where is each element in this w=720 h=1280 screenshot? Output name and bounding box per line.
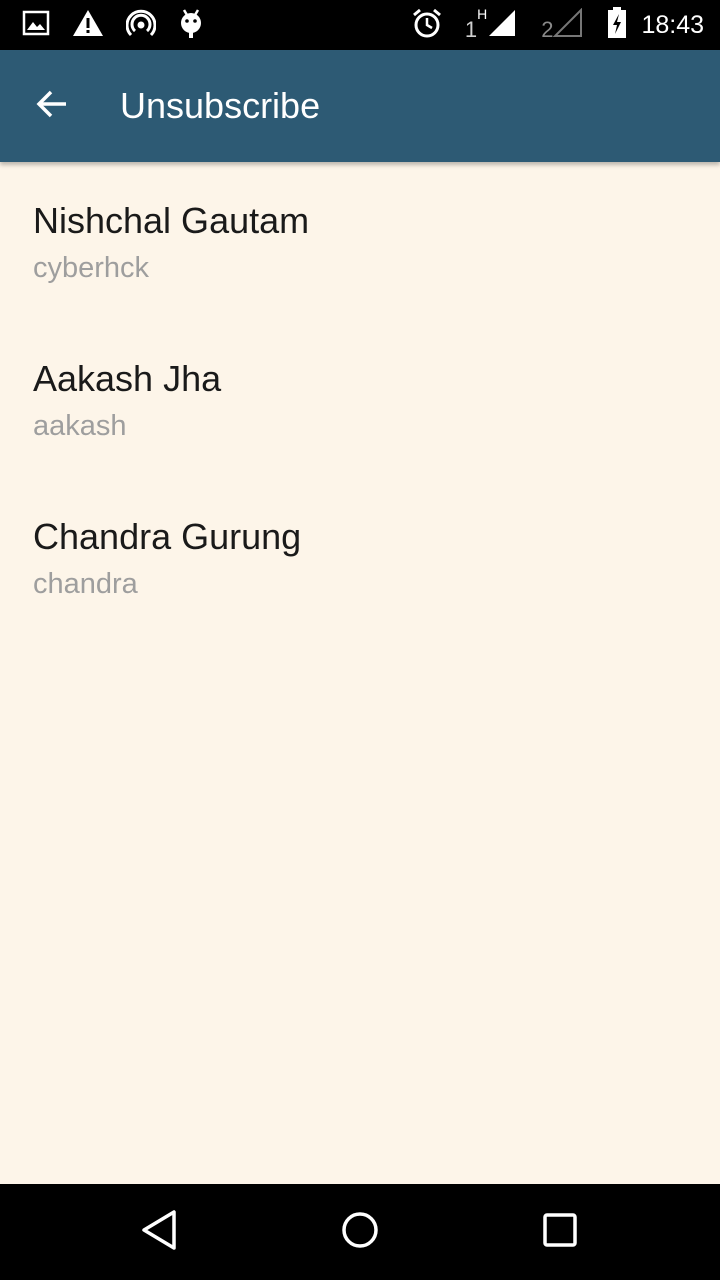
item-username: aakash [33,410,127,442]
status-time: 18:43 [641,10,704,39]
subscription-list: Nishchal Gautam cyberhck Aakash Jha aaka… [0,162,720,1184]
back-button[interactable] [24,78,80,134]
sim2-label: 2 [541,16,554,42]
sim1-network-type: H [477,5,488,22]
nav-back-button[interactable] [128,1202,192,1262]
nav-recents-icon [542,1212,578,1253]
item-username: chandra [33,568,138,600]
nav-recents-button[interactable] [528,1202,592,1262]
alarm-icon [411,7,443,44]
image-icon [22,10,50,41]
status-left-icons [22,8,204,42]
nav-back-icon [140,1209,180,1256]
nav-home-button[interactable] [328,1202,392,1262]
app-bar: Unsubscribe [0,50,720,162]
list-item[interactable]: Aakash Jha aakash [0,320,720,478]
signal-icon [487,8,517,43]
list-item[interactable]: Chandra Gurung chandra [0,478,720,636]
warning-icon [72,9,104,42]
item-name: Nishchal Gautam [33,200,310,241]
android-debug-icon [178,7,204,44]
status-bar: 1 H 2 18:43 [0,0,720,50]
item-username: cyberhck [33,252,150,284]
arrow-back-icon [34,86,70,127]
list-item[interactable]: Nishchal Gautam cyberhck [0,162,720,320]
status-right-icons: 1 H 2 18:43 [411,5,704,44]
hotspot-icon [125,8,157,43]
item-name: Aakash Jha [33,358,222,399]
page-title: Unsubscribe [120,85,321,126]
sim1-label: 1 [464,16,478,42]
navigation-bar [0,1184,720,1280]
battery-charging-icon [607,6,627,44]
item-name: Chandra Gurung [33,516,302,557]
nav-home-icon [340,1210,380,1255]
signal-empty-icon [553,7,583,43]
